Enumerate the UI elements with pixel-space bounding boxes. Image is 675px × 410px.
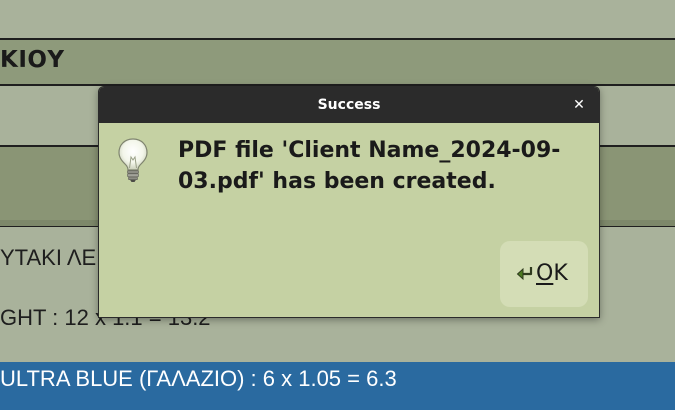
dialog-message: PDF file 'Client Name_2024-09-03.pdf' ha… [178,138,561,194]
ok-mnemonic: O [536,261,554,286]
ok-label-rest: K [553,261,568,286]
background-header-band [0,38,675,86]
success-dialog: Success ✕ PDF file 'Client Name_2024-09-… [98,86,600,318]
ok-button-label: OK [536,260,568,288]
background-header-title: ΚΙΟΥ [0,47,65,73]
ok-button[interactable]: OK [500,241,588,307]
background-list-item[interactable]: ΥΤΑΚΙ ΛΕΝ [0,245,112,271]
background-selected-row-label: ULTRA BLUE (ΓΑΛΑΖΙΟ) : 6 x 1.05 = 6.3 [0,366,397,391]
apply-arrow-icon [516,267,533,281]
close-icon: ✕ [573,97,585,113]
dialog-titlebar[interactable]: Success ✕ [99,87,599,123]
screen: ΚΙΟΥ ΥΤΑΚΙ ΛΕΝ GHT : 12 x 1.1 = 13.2 ULT… [0,0,675,410]
close-button[interactable]: ✕ [569,95,589,115]
dialog-title: Success [317,97,381,113]
lightbulb-icon [118,138,148,182]
